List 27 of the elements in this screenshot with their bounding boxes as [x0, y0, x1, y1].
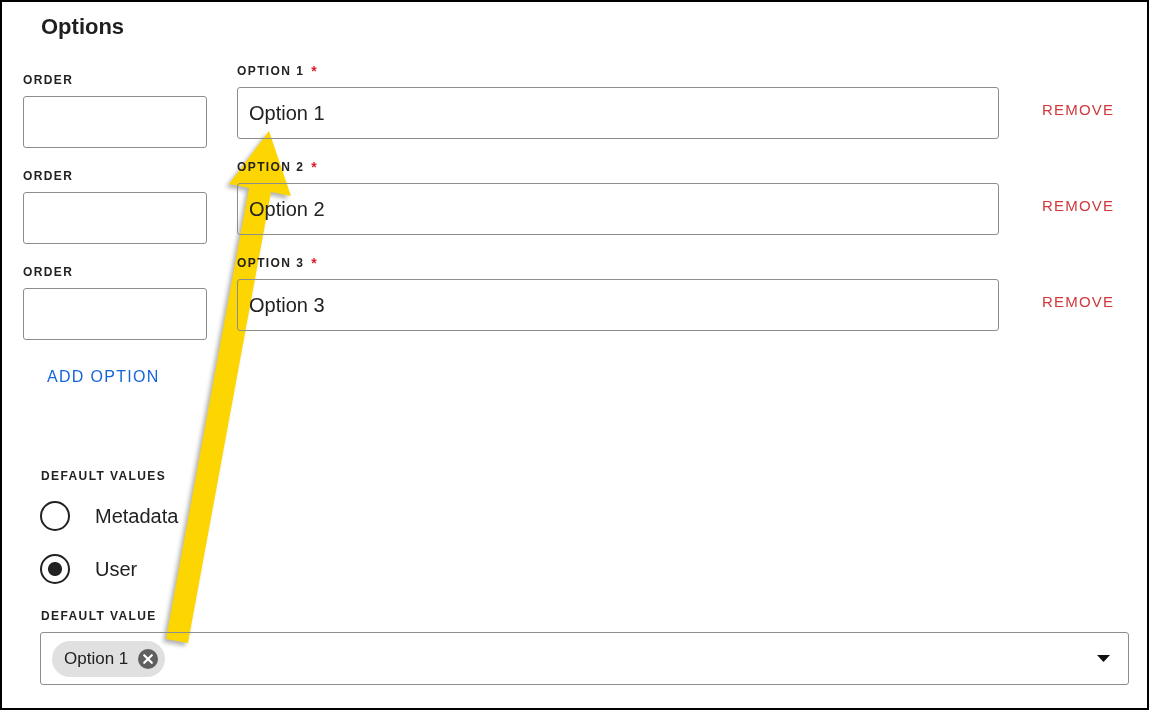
chip-label: Option 1: [64, 648, 129, 669]
default-values-label: DEFAULT VALUES: [41, 468, 167, 484]
default-value-select[interactable]: Option 1: [40, 632, 1129, 685]
order-input[interactable]: [23, 192, 207, 244]
radio-button[interactable]: [40, 501, 70, 531]
radio-label: Metadata: [95, 504, 179, 528]
option-label: OPTION 1: [237, 63, 305, 79]
order-label: ORDER: [23, 72, 74, 88]
default-value-label: DEFAULT VALUE: [41, 608, 157, 624]
required-mark: *: [311, 255, 317, 271]
order-input[interactable]: [23, 288, 207, 340]
remove-link[interactable]: REMOVE: [1042, 196, 1115, 216]
remove-link[interactable]: REMOVE: [1042, 100, 1115, 120]
order-input[interactable]: [23, 96, 207, 148]
radio-label: User: [95, 557, 138, 581]
close-icon[interactable]: [138, 648, 159, 669]
caret-down-icon: [1097, 655, 1110, 662]
radio-button[interactable]: [40, 554, 70, 584]
required-mark: *: [311, 63, 317, 79]
section-title: Options: [41, 13, 125, 41]
remove-link[interactable]: REMOVE: [1042, 292, 1115, 312]
add-option-link[interactable]: ADD OPTION: [47, 363, 160, 391]
order-label: ORDER: [23, 168, 74, 184]
order-label: ORDER: [23, 264, 74, 280]
required-mark: *: [311, 159, 317, 175]
option-input[interactable]: Option 3: [237, 279, 999, 331]
option-input[interactable]: Option 1: [237, 87, 999, 139]
